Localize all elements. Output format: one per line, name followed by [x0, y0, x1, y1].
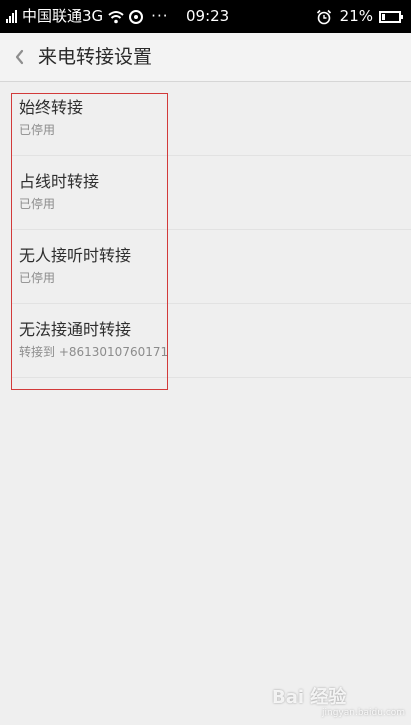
status-bar: 中国联通3G ··· 09:23 21%: [0, 0, 411, 33]
sync-icon: [129, 9, 144, 24]
item-title: 占线时转接: [19, 172, 100, 191]
status-time: 09:23: [186, 7, 230, 25]
list-item-no-answer-forward[interactable]: 无人接听时转接 已停用: [12, 230, 411, 304]
list-item-busy-forward[interactable]: 占线时转接 已停用: [12, 156, 411, 230]
watermark-logo: Bai 经验: [272, 687, 347, 708]
watermark-url: jingyan.baidu.com: [322, 708, 406, 718]
signal-icon: [6, 10, 18, 23]
item-status: 已停用: [19, 271, 56, 285]
phone-screen: 中国联通3G ··· 09:23 21% 来电转接设置 始终转接 已停用 占线时…: [0, 0, 411, 725]
chevron-left-icon: [15, 49, 24, 65]
item-status: 已停用: [19, 197, 56, 211]
carrier-label: 中国联通3G: [22, 7, 104, 25]
forwarding-options-list: 始终转接 已停用 占线时转接 已停用 无人接听时转接 已停用 无法接通时转接 转…: [0, 82, 411, 378]
item-title: 无人接听时转接: [19, 246, 132, 265]
item-status: 已停用: [19, 123, 56, 137]
battery-icon: [379, 10, 403, 23]
item-title: 始终转接: [19, 98, 84, 117]
item-title: 无法接通时转接: [19, 320, 132, 339]
back-button[interactable]: [10, 45, 30, 69]
status-right: 21%: [316, 0, 403, 33]
page-title: 来电转接设置: [38, 46, 153, 68]
list-item-always-forward[interactable]: 始终转接 已停用: [12, 82, 411, 156]
battery-percent: 21%: [339, 7, 373, 25]
item-status: 转接到 +8613010760171: [19, 345, 169, 359]
list-item-unreachable-forward[interactable]: 无法接通时转接 转接到 +8613010760171: [12, 304, 411, 378]
wifi-icon: [108, 10, 124, 23]
more-notifications-icon: ···: [151, 7, 169, 25]
alarm-icon: [316, 9, 331, 24]
title-bar: 来电转接设置: [0, 33, 411, 82]
battery-fill: [382, 13, 385, 20]
status-left: 中国联通3G ···: [6, 0, 168, 33]
